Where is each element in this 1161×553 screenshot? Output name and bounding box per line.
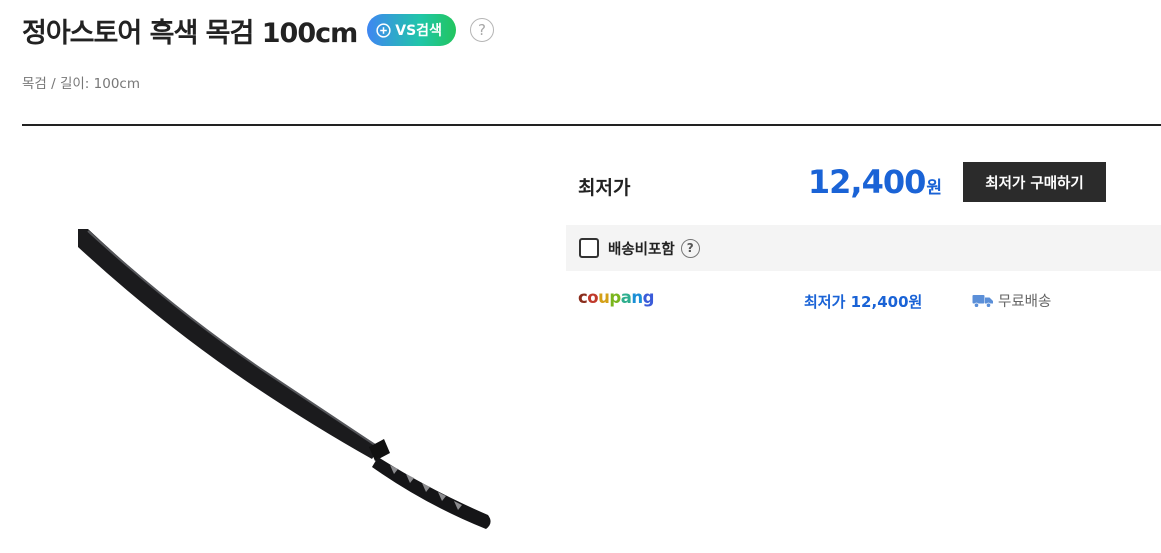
sword-handle xyxy=(372,457,491,529)
shipping-filter-bar: 배송비포함 ? xyxy=(566,225,1161,271)
divider xyxy=(22,124,1161,126)
lowest-price-row: 최저가 12,400원 최저가 구매하기 xyxy=(566,155,1161,217)
delivery-info: 무료배송 xyxy=(972,290,1051,311)
buy-lowest-price-button[interactable]: 최저가 구매하기 xyxy=(963,162,1106,202)
vs-search-button[interactable]: VS검색 xyxy=(367,14,456,46)
logo-letter: n xyxy=(631,288,643,307)
shipping-included-label[interactable]: 배송비포함 xyxy=(608,238,675,259)
title-row: 정아스토어 흑색 목검 100cm VS검색 ? xyxy=(22,10,494,50)
product-image xyxy=(78,229,491,529)
help-icon[interactable]: ? xyxy=(469,18,494,42)
truck-icon xyxy=(972,294,993,308)
plus-circle-icon xyxy=(376,22,391,38)
logo-letter: o xyxy=(587,288,599,307)
logo-letter: c xyxy=(578,288,588,307)
vs-search-label: VS검색 xyxy=(395,23,442,39)
logo-letter: u xyxy=(598,288,610,307)
logo-letter: p xyxy=(609,288,621,307)
shipping-help-icon[interactable]: ? xyxy=(680,238,700,258)
logo-letter: g xyxy=(642,288,655,307)
price-amount: 12,400 xyxy=(807,163,926,201)
logo-letter: a xyxy=(620,288,632,307)
lowest-price-label: 최저가 xyxy=(578,177,631,199)
lowest-price-value: 12,400원 xyxy=(808,163,942,201)
seller-price-link[interactable]: 최저가 12,400원 xyxy=(804,291,922,312)
coupang-logo[interactable]: coupang xyxy=(578,288,654,307)
delivery-label: 무료배송 xyxy=(998,294,1052,310)
shipping-included-checkbox[interactable] xyxy=(579,238,599,258)
page-title: 정아스토어 흑색 목검 100cm xyxy=(22,17,358,49)
price-unit: 원 xyxy=(926,178,942,198)
blade-highlight xyxy=(87,230,379,448)
seller-row: coupang 최저가 12,400원 무료배송 xyxy=(566,280,1161,322)
product-spec: 목검 / 길이: 100cm xyxy=(22,76,140,92)
